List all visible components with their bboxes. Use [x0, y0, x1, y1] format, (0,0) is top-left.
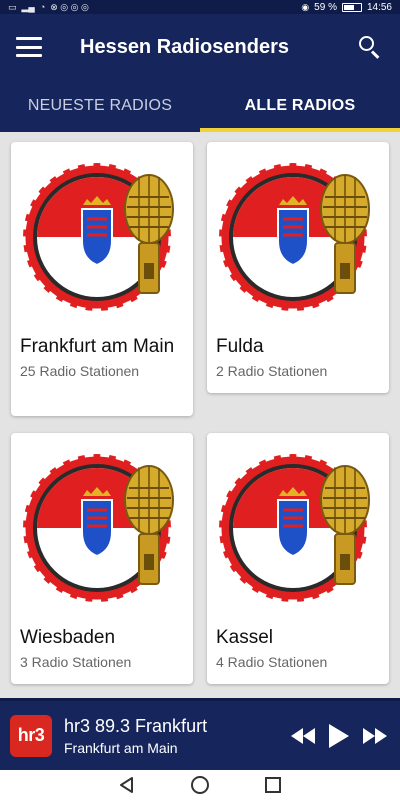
battery-percent: 59 % — [314, 1, 337, 13]
mini-player[interactable]: hr3 hr3 89.3 Frankfurt Frankfurt am Main — [0, 698, 400, 770]
menu-icon[interactable] — [16, 37, 42, 57]
recents-icon[interactable] — [262, 774, 284, 796]
city-card-wiesbaden[interactable]: Wiesbaden 3 Radio Stationen — [11, 433, 193, 684]
station-logo: hr3 — [10, 714, 52, 757]
city-card-fulda[interactable]: Fulda 2 Radio Stationen — [207, 142, 389, 393]
status-right: ◉ 59 % 14:56 — [301, 2, 392, 13]
clock: 14:56 — [366, 1, 392, 13]
station-count: 4 Radio Stationen — [216, 654, 328, 670]
city-grid: Frankfurt am Main 25 Radio Stationen Ful… — [0, 132, 400, 698]
tab-newest-radios[interactable]: NEUESTE RADIOS — [0, 80, 200, 132]
player-info: hr3 89.3 Frankfurt Frankfurt am Main — [64, 716, 288, 756]
notification-icons: ⊗ ◎ ◎ ◎ — [50, 2, 89, 12]
sim-icon: ▭ — [8, 2, 17, 12]
signal-icon: ▂▄ — [21, 2, 35, 12]
home-icon[interactable] — [189, 774, 211, 796]
tab-bar: NEUESTE RADIOS ALLE RADIOS — [0, 80, 400, 132]
status-left-icons: ▭ ▂▄ ◔ ⊗ ◎ ◎ ◎ — [8, 2, 89, 12]
battery-icon — [341, 2, 362, 12]
eye-icon: ◉ — [301, 2, 310, 12]
city-card-frankfurt[interactable]: Frankfurt am Main 25 Radio Stationen — [11, 142, 193, 416]
city-name: Fulda — [216, 336, 264, 357]
search-icon[interactable] — [356, 33, 384, 61]
wifi-icon: ◔ — [39, 2, 46, 12]
city-name: Wiesbaden — [20, 627, 116, 648]
city-name: Kassel — [216, 627, 274, 648]
radio-logo-image — [207, 142, 389, 327]
back-icon[interactable] — [116, 774, 138, 796]
city-card-kassel[interactable]: Kassel 4 Radio Stationen — [207, 433, 389, 684]
player-station-name: hr3 89.3 Frankfurt — [64, 715, 208, 736]
fast-forward-icon[interactable] — [360, 721, 390, 751]
station-count: 3 Radio Stationen — [20, 654, 132, 670]
app-bar: Hessen Radiosenders — [0, 14, 400, 80]
tab-all-radios[interactable]: ALLE RADIOS — [200, 80, 400, 132]
rewind-icon[interactable] — [288, 721, 318, 751]
radio-logo-image — [207, 433, 389, 618]
radio-logo-image — [11, 433, 193, 618]
radio-logo-image — [11, 142, 193, 327]
status-bar: ▭ ▂▄ ◔ ⊗ ◎ ◎ ◎ ◉ 59 % 14:56 — [0, 0, 400, 14]
city-name: Frankfurt am Main — [20, 336, 175, 357]
play-icon[interactable] — [324, 721, 354, 751]
station-count: 2 Radio Stationen — [216, 363, 328, 379]
system-nav-bar — [0, 770, 400, 800]
player-city: Frankfurt am Main — [64, 739, 178, 756]
station-count: 25 Radio Stationen — [20, 363, 140, 379]
page-title: Hessen Radiosenders — [80, 35, 289, 58]
